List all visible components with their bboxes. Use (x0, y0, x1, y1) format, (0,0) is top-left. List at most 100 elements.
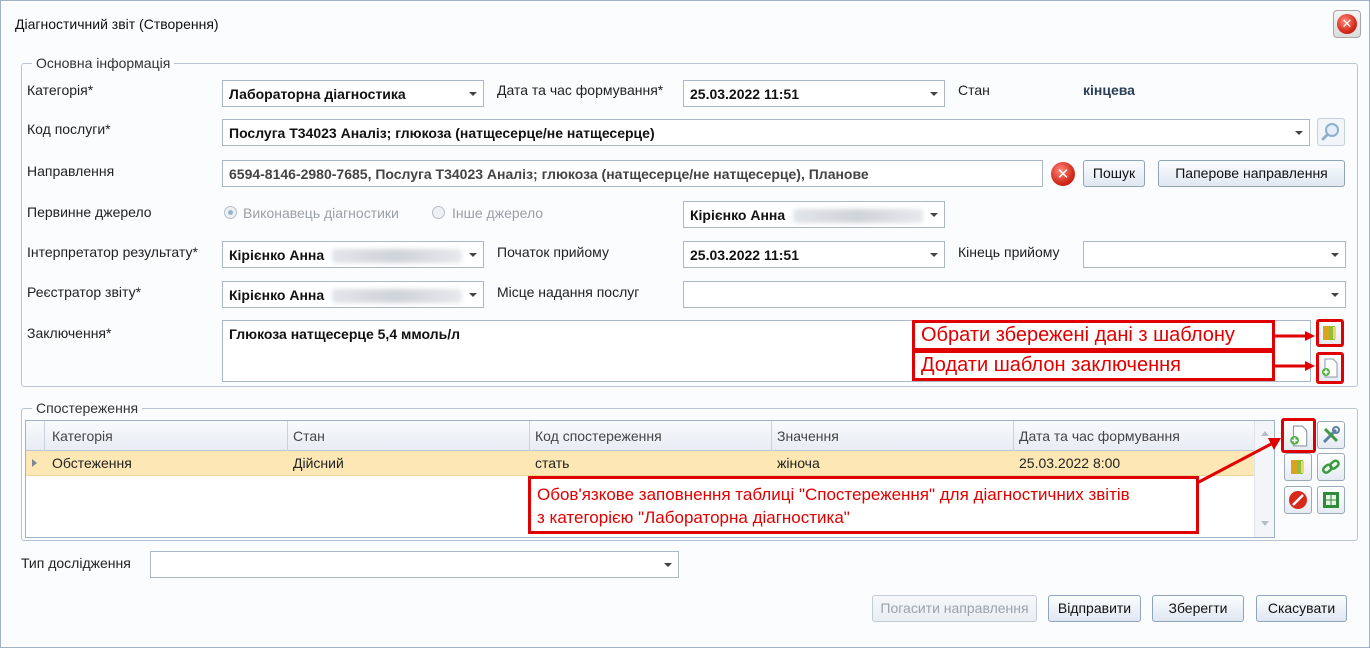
table-header: Категорія Стан Код спостереження Значенн… (26, 421, 1274, 451)
annotation-arrows (1275, 331, 1315, 371)
redacted-surname (332, 249, 463, 264)
add-document-icon (1322, 358, 1338, 378)
close-icon: ✕ (1337, 14, 1357, 34)
chevron-down-icon (664, 563, 672, 567)
interpreter-select[interactable]: Кірієнко Анна (222, 241, 484, 268)
category-value: Лабораторна діагностика (229, 86, 406, 102)
appointment-start-label: Початок прийому (497, 244, 609, 260)
edit-observation-button[interactable] (1317, 421, 1345, 449)
template-select-button[interactable] (1316, 319, 1344, 347)
chevron-down-icon (930, 213, 938, 217)
chevron-down-icon (469, 253, 477, 257)
chevron-down-icon (930, 92, 938, 96)
service-code-label: Код послуги* (27, 121, 111, 137)
link-icon (1321, 459, 1340, 474)
service-place-label: Місце надання послуг (497, 284, 640, 300)
export-observations-button[interactable] (1317, 486, 1345, 514)
state-label: Стан (958, 82, 990, 98)
observations-legend: Спостереження (32, 400, 143, 416)
category-label: Категорія* (27, 82, 94, 98)
annotation-template-add: Додати шаблон заключення (912, 350, 1275, 381)
radio-other-source[interactable] (432, 206, 445, 219)
spreadsheet-icon (1323, 492, 1339, 508)
title-bar: Діагностичний звіт (Створення) ✕ (1, 1, 1369, 45)
annotation-observations: Обов'язкове заповнення таблиці "Спостере… (528, 476, 1199, 534)
clear-icon: ✕ (1051, 162, 1075, 186)
clear-referral-button[interactable]: ✕ (1051, 162, 1075, 186)
annotation-observations-line2: з категорією "Лабораторна діагностика" (537, 508, 850, 527)
redacted-surname (793, 209, 924, 224)
save-button[interactable]: Зберегти (1152, 595, 1244, 622)
appointment-end-picker[interactable] (1083, 241, 1346, 268)
registrar-label: Реєстратор звіту* (27, 284, 142, 300)
window-title: Діагностичний звіт (Створення) (15, 16, 219, 32)
close-button[interactable]: ✕ (1333, 10, 1361, 38)
service-place-select[interactable] (683, 281, 1346, 308)
book-icon (1291, 460, 1304, 474)
study-type-label: Тип дослідження (21, 555, 131, 571)
main-info-legend: Основна інформація (32, 55, 175, 71)
chevron-down-icon (1331, 293, 1339, 297)
radio-other-source-label: Інше джерело (452, 205, 544, 221)
radio-performer-label: Виконавець діагностики (243, 205, 399, 221)
service-code-value: Послуга Т34023 Аналіз; глюкоза (натщесер… (229, 125, 655, 141)
state-value: кінцева (1083, 82, 1135, 98)
cell-datetime: 25.03.2022 8:00 (1019, 455, 1121, 471)
conclusion-label: Заключення* (27, 325, 112, 341)
performer-select[interactable]: Кірієнко Анна (683, 201, 945, 228)
interpreter-value: Кірієнко Анна (229, 247, 325, 263)
service-search-button[interactable] (1317, 118, 1345, 146)
column-header-value[interactable]: Значення (777, 428, 839, 444)
annotation-template-select: Обрати збережені дані з шаблону (912, 320, 1275, 351)
column-header-category[interactable]: Категорія (52, 428, 113, 444)
registrar-value: Кірієнко Анна (229, 287, 325, 303)
interpreter-label: Інтерпретатор результату* (27, 244, 198, 260)
referral-label: Направлення (27, 163, 115, 179)
table-row[interactable]: Обстеження Дійсний стать жіноча 25.03.20… (26, 451, 1254, 476)
appointment-start-value: 25.03.2022 11:51 (690, 247, 799, 263)
created-at-label: Дата та час формування* (497, 82, 664, 98)
column-divider (771, 421, 772, 451)
created-at-picker[interactable]: 25.03.2022 11:51 (683, 80, 945, 107)
column-header-state[interactable]: Стан (293, 428, 325, 444)
chevron-down-icon (930, 253, 938, 257)
search-button[interactable]: Пошук (1083, 160, 1145, 187)
column-divider (529, 421, 530, 451)
service-code-select[interactable]: Послуга Т34023 Аналіз; глюкоза (натщесер… (222, 119, 1310, 146)
study-type-select[interactable] (150, 551, 679, 578)
category-select[interactable]: Лабораторна діагностика (222, 80, 484, 107)
conclusion-value: Глюкоза натщесерце 5,4 ммоль/л (229, 326, 461, 342)
registrar-select[interactable]: Кірієнко Анна (222, 281, 484, 308)
annotation-observations-line1: Обов'язкове заповнення таблиці "Спостере… (537, 485, 1130, 504)
cell-category: Обстеження (52, 455, 132, 471)
cell-state: Дійсний (293, 455, 344, 471)
tools-icon (1322, 426, 1340, 444)
magnifier-icon (1321, 123, 1339, 141)
annotation-arrow-observations (1196, 438, 1281, 485)
appointment-start-picker[interactable]: 25.03.2022 11:51 (683, 241, 945, 268)
chevron-down-icon (1295, 131, 1303, 135)
scroll-down-icon[interactable] (1261, 521, 1269, 526)
primary-source-label: Первинне джерело (27, 204, 152, 220)
dialog-window: Діагностичний звіт (Створення) ✕ Основна… (0, 0, 1370, 648)
send-button[interactable]: Відправити (1048, 595, 1141, 622)
paper-referral-button[interactable]: Паперове направлення (1158, 160, 1345, 187)
column-header-datetime[interactable]: Дата та час формування (1019, 428, 1180, 444)
cell-code: стать (535, 455, 570, 471)
template-add-button[interactable] (1316, 352, 1344, 384)
cancel-button[interactable]: Скасувати (1256, 595, 1347, 622)
referral-value: 6594-8146-2980-7685, Послуга Т34023 Анал… (229, 166, 869, 182)
appointment-end-label: Кінець прийому (958, 244, 1060, 260)
book-icon (1323, 326, 1336, 340)
cancel-referral-button[interactable]: Погасити направлення (872, 595, 1037, 622)
chevron-down-icon (469, 293, 477, 297)
column-header-code[interactable]: Код спостереження (535, 428, 662, 444)
performer-value: Кірієнко Анна (690, 207, 786, 223)
link-observation-button[interactable] (1317, 453, 1345, 481)
radio-performer[interactable] (224, 206, 237, 219)
annotation-template-add-text: Додати шаблон заключення (921, 354, 1181, 376)
annotation-template-select-text: Обрати збережені дані з шаблону (921, 324, 1235, 346)
created-at-value: 25.03.2022 11:51 (690, 86, 799, 102)
redacted-surname (332, 289, 463, 304)
referral-field[interactable]: 6594-8146-2980-7685, Послуга Т34023 Анал… (222, 160, 1043, 187)
